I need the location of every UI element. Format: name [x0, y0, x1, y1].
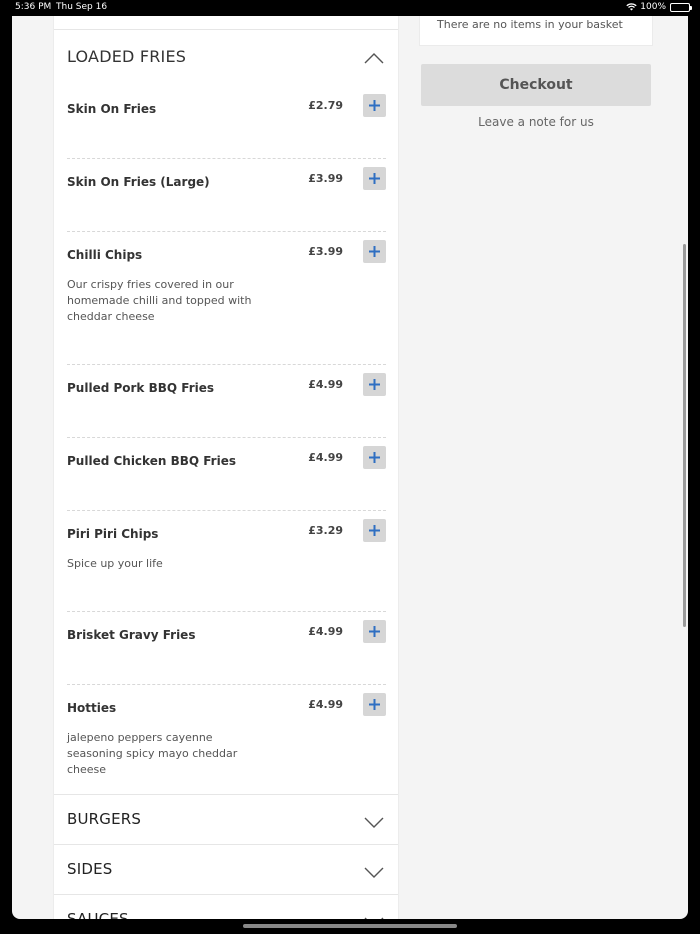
add-item-button[interactable]: [363, 446, 386, 469]
plus-icon: [369, 452, 380, 463]
item-price: £4.99: [308, 625, 343, 638]
add-item-button[interactable]: [363, 693, 386, 716]
plus-icon: [369, 379, 380, 390]
menu-item: Pulled Chicken BBQ Fries £4.99: [67, 438, 386, 511]
category-title: SIDES: [67, 860, 113, 878]
leave-note-link[interactable]: Leave a note for us: [421, 115, 651, 129]
add-item-button[interactable]: [363, 373, 386, 396]
item-name: Skin On Fries: [67, 102, 157, 116]
section-title: LOADED FRIES: [67, 47, 187, 66]
menu-item: Skin On Fries £2.79: [67, 86, 386, 159]
item-name: Pulled Chicken BBQ Fries: [67, 454, 236, 468]
item-price: £3.29: [308, 524, 343, 537]
item-name: Skin On Fries (Large): [67, 175, 210, 189]
menu-item: Brisket Gravy Fries £4.99: [67, 612, 386, 685]
plus-icon: [369, 525, 380, 536]
add-item-button[interactable]: [363, 240, 386, 263]
category-header-burgers[interactable]: BURGERS: [54, 794, 398, 844]
item-price: £4.99: [308, 451, 343, 464]
add-item-button[interactable]: [363, 519, 386, 542]
home-indicator[interactable]: [243, 924, 457, 928]
category-header-sauces[interactable]: SAUCES: [54, 894, 398, 919]
status-time: 5:36 PM: [15, 2, 52, 12]
add-item-button[interactable]: [363, 167, 386, 190]
category-title: SAUCES: [67, 910, 129, 919]
add-item-button[interactable]: [363, 94, 386, 117]
chevron-down-icon[interactable]: [364, 917, 384, 919]
battery-icon: [670, 2, 692, 12]
item-price: £3.99: [308, 172, 343, 185]
plus-icon: [369, 626, 380, 637]
item-name: Brisket Gravy Fries: [67, 628, 196, 642]
plus-icon: [369, 100, 380, 111]
battery-percent: 100%: [640, 2, 666, 12]
scrollbar[interactable]: [683, 244, 686, 627]
chevron-down-icon[interactable]: [364, 817, 384, 829]
chevron-down-icon[interactable]: [364, 867, 384, 879]
item-description: jalepeno peppers cayenne seasoning spicy…: [67, 731, 238, 776]
status-right: 100%: [626, 2, 692, 12]
status-date: Thu Sep 16: [56, 2, 108, 12]
menu-item-list: Skin On Fries £2.79 Skin On Fries (Large…: [54, 86, 398, 803]
item-name: Hotties: [67, 701, 117, 715]
item-name: Piri Piri Chips: [67, 527, 159, 541]
plus-icon: [369, 246, 380, 257]
checkout-button[interactable]: Checkout: [421, 64, 651, 106]
item-name: Chilli Chips: [67, 248, 143, 262]
basket-empty-text: There are no items in your basket: [437, 18, 623, 31]
item-price: £3.99: [308, 245, 343, 258]
item-description: Spice up your life: [67, 557, 163, 570]
category-header-sides[interactable]: SIDES: [54, 844, 398, 894]
basket-summary: There are no items in your basket: [419, 16, 653, 46]
item-price: £4.99: [308, 378, 343, 391]
add-item-button[interactable]: [363, 620, 386, 643]
menu-item: Chilli Chips Our crispy fries covered in…: [67, 232, 386, 365]
item-name: Pulled Pork BBQ Fries: [67, 381, 214, 395]
status-bar: 5:36 PM Thu Sep 16 100%: [0, 0, 700, 16]
plus-icon: [369, 699, 380, 710]
menu-panel[interactable]: LOADED FRIES Skin On Fries £2.79 Skin On…: [53, 16, 399, 919]
chevron-up-icon[interactable]: [364, 52, 384, 64]
wifi-icon: [626, 3, 637, 11]
item-price: £2.79: [308, 99, 343, 112]
menu-item: Hotties jalepeno peppers cayenne seasoni…: [67, 685, 386, 803]
item-price: £4.99: [308, 698, 343, 711]
section-header-loaded-fries[interactable]: LOADED FRIES: [54, 29, 398, 85]
menu-item: Piri Piri Chips Spice up your life £3.29: [67, 511, 386, 612]
item-description: Our crispy fries covered in our homemade…: [67, 278, 252, 323]
plus-icon: [369, 173, 380, 184]
app-window: LOADED FRIES Skin On Fries £2.79 Skin On…: [12, 16, 688, 919]
menu-item: Pulled Pork BBQ Fries £4.99: [67, 365, 386, 438]
category-title: BURGERS: [67, 810, 142, 828]
menu-item: Skin On Fries (Large) £3.99: [67, 159, 386, 232]
